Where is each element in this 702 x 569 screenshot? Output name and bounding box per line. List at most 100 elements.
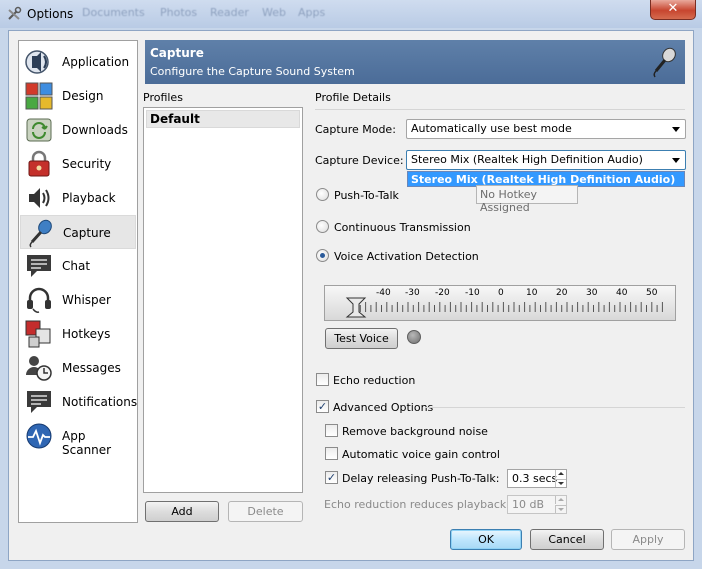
delay-ptt-checkbox[interactable]: ✓ — [325, 471, 338, 484]
delay-ptt-value: 0.3 secs — [512, 472, 558, 485]
capture-mode-select[interactable]: Automatically use best mode — [406, 119, 686, 139]
nav-item-label: Chat — [62, 259, 91, 273]
color-squares-icon — [25, 82, 53, 110]
padlock-icon — [28, 150, 50, 177]
close-button[interactable]: ✕ — [650, 0, 696, 20]
banner-subtitle: Configure the Capture Sound System — [150, 65, 355, 78]
nav-item-label: Messages — [62, 361, 121, 375]
banner-title: Capture — [150, 46, 204, 60]
apply-button[interactable]: Apply — [611, 529, 685, 550]
cancel-button[interactable]: Cancel — [530, 529, 604, 550]
checkmark-icon: ✓ — [317, 400, 328, 413]
delete-profile-button[interactable]: Delete — [228, 501, 303, 522]
background-tab: Reader — [210, 6, 249, 19]
voice-indicator-icon — [407, 330, 421, 344]
echo-playback-spinner[interactable]: 10 dB — [507, 495, 567, 514]
background-tab: Photos — [160, 6, 198, 19]
nav-item-messages[interactable]: Messages — [20, 351, 136, 385]
nav-item-label: Notifications — [62, 395, 138, 409]
capture-device-label: Capture Device: — [315, 154, 404, 167]
add-profile-button[interactable]: Add — [145, 501, 219, 522]
app-scanner-icon — [26, 423, 52, 449]
profiles-list[interactable]: Default — [143, 107, 303, 493]
tools-icon — [8, 6, 22, 20]
nav-item-label: Design — [62, 89, 104, 103]
capture-device-select[interactable]: Stereo Mix (Realtek High Definition Audi… — [406, 150, 686, 170]
messages-icon — [26, 356, 52, 381]
voice-activation-label: Voice Activation Detection — [334, 250, 479, 263]
nav-item-app-scanner[interactable]: App Scanner — [20, 419, 136, 457]
capture-mode-value: Automatically use best mode — [411, 122, 572, 135]
microphone-icon — [29, 219, 52, 248]
echo-playback-value: 10 dB — [512, 498, 545, 511]
nav-item-chat[interactable]: Chat — [20, 249, 136, 283]
push-to-talk-radio[interactable] — [316, 188, 329, 201]
chat-bubble-icon — [27, 255, 51, 277]
echo-playback-label: Echo reduction reduces playback by: — [324, 498, 527, 511]
capture-device-value: Stereo Mix (Realtek High Definition Audi… — [411, 153, 643, 166]
options-dialog: Application Design Downloads Security Pl… — [8, 30, 694, 561]
speaker-head-icon — [25, 50, 49, 74]
chevron-down-icon — [672, 127, 680, 132]
microphone-icon — [653, 47, 676, 78]
slider-thumb — [345, 297, 367, 318]
echo-reduction-label: Echo reduction — [333, 374, 416, 387]
advanced-options-checkbox[interactable]: ✓ — [316, 400, 329, 413]
remove-background-noise-label: Remove background noise — [342, 425, 488, 438]
profile-item-default[interactable]: Default — [146, 110, 300, 128]
divider — [425, 407, 685, 408]
background-tab: Web — [262, 6, 286, 19]
spin-down-icon[interactable] — [555, 479, 566, 487]
voice-activation-radio[interactable] — [316, 249, 329, 262]
nav-item-label: Application — [62, 55, 130, 69]
nav-item-label: Capture — [63, 226, 111, 240]
nav-item-downloads[interactable]: Downloads — [20, 113, 136, 147]
background-tab: Apps — [298, 6, 326, 19]
hotkeys-icon — [25, 320, 51, 348]
nav-item-hotkeys[interactable]: Hotkeys — [20, 317, 136, 351]
section-banner: Capture Configure the Capture Sound Syst… — [145, 40, 685, 84]
profiles-heading: Profiles — [143, 91, 183, 104]
background-tab: Documents — [82, 6, 145, 19]
push-to-talk-label: Push-To-Talk — [334, 189, 399, 202]
nav-item-security[interactable]: Security — [20, 147, 136, 181]
divider — [315, 109, 685, 110]
continuous-transmission-radio[interactable] — [316, 220, 329, 233]
nav-item-label: Downloads — [62, 123, 128, 137]
loudspeaker-icon — [29, 188, 50, 208]
nav-item-label: Playback — [62, 191, 116, 205]
nav-item-playback[interactable]: Playback — [20, 181, 136, 215]
title-bar: Options Documents Photos Reader Web Apps… — [0, 0, 702, 28]
spin-down-icon[interactable] — [555, 505, 566, 513]
ok-button[interactable]: OK — [450, 529, 522, 550]
nav-item-application[interactable]: Application — [20, 45, 136, 79]
nav-item-whisper[interactable]: Whisper — [20, 283, 136, 317]
delay-ptt-spinner[interactable]: 0.3 secs — [507, 469, 567, 488]
auto-gain-label: Automatic voice gain control — [342, 448, 500, 461]
advanced-options-label: Advanced Options — [333, 401, 434, 414]
remove-background-noise-checkbox[interactable] — [325, 424, 338, 437]
category-list[interactable]: Application Design Downloads Security Pl… — [18, 40, 138, 523]
downloads-icon — [26, 118, 52, 142]
nav-item-capture[interactable]: Capture — [20, 215, 136, 249]
nav-item-notifications[interactable]: Notifications — [20, 385, 138, 419]
auto-gain-checkbox[interactable] — [325, 447, 338, 460]
test-voice-button[interactable]: Test Voice — [325, 328, 398, 349]
capture-mode-label: Capture Mode: — [315, 123, 396, 136]
profile-details-heading: Profile Details — [315, 91, 391, 104]
close-icon: ✕ — [667, 1, 679, 16]
nav-item-label: App Scanner — [62, 429, 112, 457]
echo-reduction-checkbox[interactable] — [316, 373, 329, 386]
headset-icon — [27, 287, 51, 313]
spin-up-icon[interactable] — [555, 470, 566, 478]
continuous-transmission-label: Continuous Transmission — [334, 221, 471, 234]
notifications-icon — [27, 391, 51, 413]
delay-ptt-label: Delay releasing Push-To-Talk: — [342, 472, 500, 485]
meter-scale — [345, 297, 663, 318]
voice-activation-slider[interactable]: -40 -30 -20 -10 0 10 20 30 40 50 — [324, 285, 676, 321]
nav-item-label: Whisper — [62, 293, 111, 307]
nav-item-design[interactable]: Design — [20, 79, 136, 113]
chevron-down-icon — [672, 158, 680, 163]
hotkey-field[interactable]: No Hotkey Assigned — [476, 185, 578, 214]
spin-up-icon[interactable] — [555, 496, 566, 504]
